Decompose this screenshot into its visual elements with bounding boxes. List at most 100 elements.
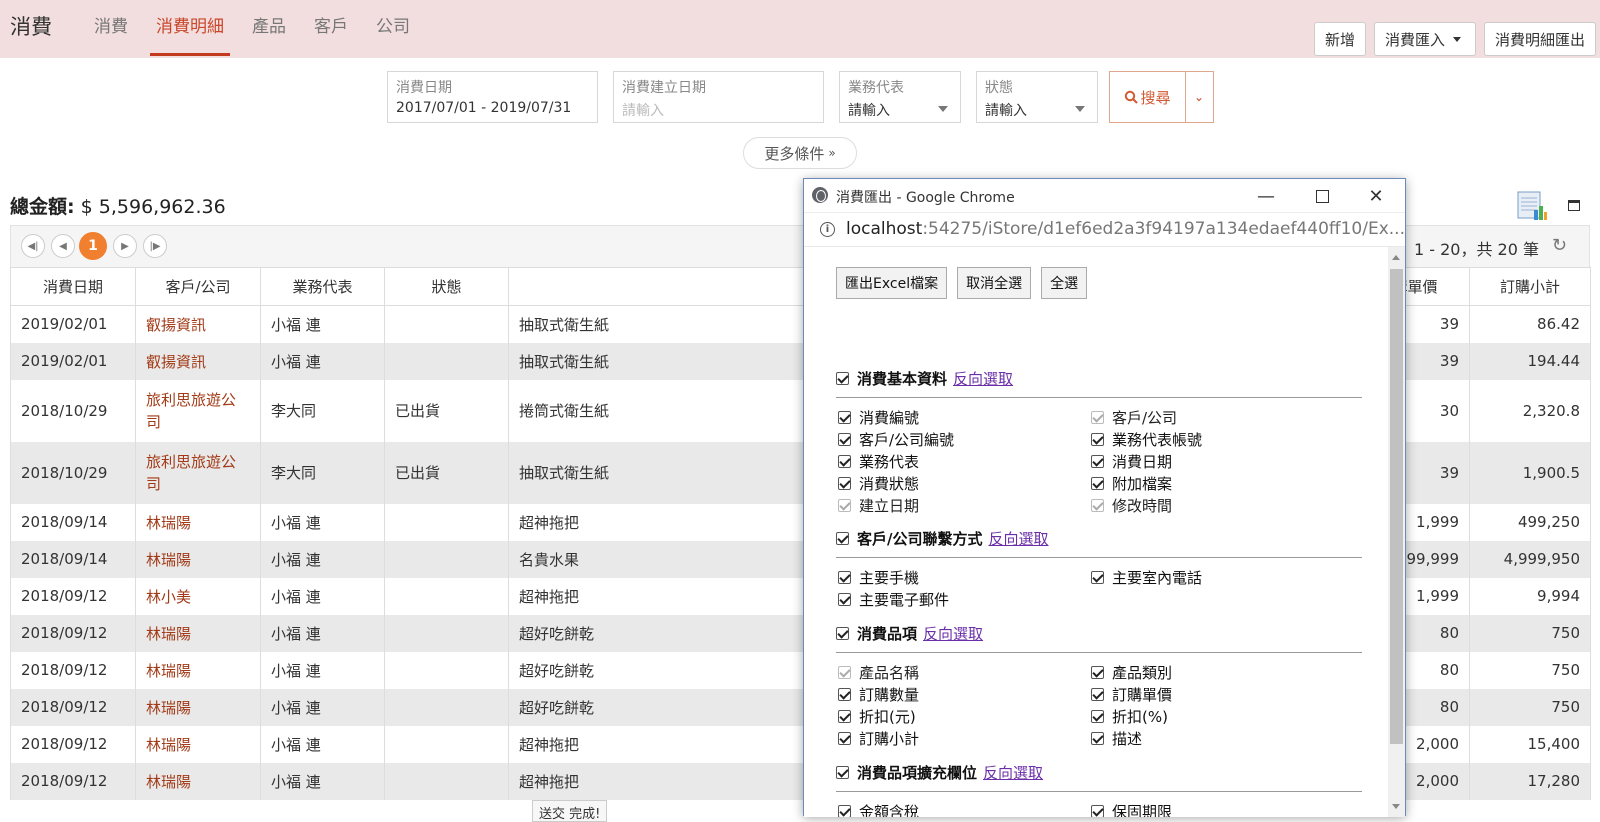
option-checkbox-row[interactable]: 訂購數量 — [838, 683, 1091, 705]
checkbox[interactable] — [1091, 731, 1104, 745]
col-header-date[interactable]: 消費日期 — [10, 267, 136, 306]
option-checkbox-row[interactable]: 訂購小計 — [838, 727, 1091, 749]
nav-item-consumption[interactable]: 消費 — [80, 0, 142, 58]
option-checkbox-row[interactable]: 客戶/公司編號 — [838, 428, 1091, 450]
checkbox[interactable] — [838, 570, 851, 584]
add-button[interactable]: 新增 — [1313, 22, 1366, 56]
section-checkbox[interactable] — [836, 765, 849, 779]
export-detail-button[interactable]: 消費明細匯出 — [1483, 22, 1596, 56]
option-checkbox-row[interactable]: 折扣(%) — [1091, 705, 1344, 727]
checkbox[interactable] — [838, 804, 851, 817]
info-icon[interactable]: i — [820, 222, 835, 237]
option-checkbox-row[interactable]: 主要手機 — [838, 566, 1091, 588]
popup-scrollbar[interactable] — [1388, 247, 1405, 817]
cell-customer[interactable]: 林瑞陽 — [135, 503, 261, 541]
invert-selection-link[interactable]: 反向選取 — [988, 528, 1048, 549]
checkbox[interactable] — [838, 687, 851, 701]
checkbox[interactable] — [1091, 454, 1104, 468]
option-checkbox-row[interactable]: 消費日期 — [1091, 450, 1344, 472]
search-options-toggle[interactable]: ⌄ — [1185, 71, 1214, 123]
section-checkbox[interactable] — [836, 371, 849, 385]
col-header-customer[interactable]: 客戶/公司 — [135, 267, 261, 306]
col-header-status[interactable]: 狀態 — [384, 267, 509, 306]
cell-customer[interactable]: 林瑞陽 — [135, 651, 261, 689]
option-checkbox-row[interactable]: 業務代表帳號 — [1091, 428, 1344, 450]
nav-item-company[interactable]: 公司 — [362, 0, 424, 58]
option-checkbox-row[interactable]: 附加檔案 — [1091, 472, 1344, 494]
nav-item-consumption-detail[interactable]: 消費明細 — [142, 0, 238, 58]
scroll-up-icon[interactable] — [1392, 255, 1400, 260]
minimize-button[interactable]: — — [1246, 183, 1286, 209]
cell-customer[interactable]: 林瑞陽 — [135, 688, 261, 726]
option-checkbox-row[interactable]: 主要室內電話 — [1091, 566, 1344, 588]
maximize-button[interactable] — [1302, 183, 1342, 209]
option-checkbox-row[interactable]: 金額含稅 — [838, 800, 1091, 817]
last-page-button[interactable]: |▶ — [143, 234, 167, 258]
col-header-subtotal[interactable]: 訂購小計 — [1469, 267, 1591, 306]
invert-selection-link[interactable]: 反向選取 — [953, 368, 1013, 389]
option-checkbox-row[interactable]: 訂購單價 — [1091, 683, 1344, 705]
col-header-rep[interactable]: 業務代表 — [260, 267, 385, 306]
scroll-down-icon[interactable] — [1392, 804, 1400, 809]
option-checkbox-row[interactable]: 消費狀態 — [838, 472, 1091, 494]
option-checkbox-row[interactable]: 保固期限 — [1091, 800, 1344, 817]
first-page-button[interactable]: ◀| — [21, 234, 45, 258]
checkbox[interactable] — [838, 432, 851, 446]
maximize-icon[interactable] — [1568, 200, 1580, 211]
cell-customer[interactable]: 叡揚資訊 — [135, 342, 261, 380]
page-number-button[interactable]: 1 — [79, 232, 107, 260]
close-button[interactable]: ✕ — [1356, 183, 1396, 209]
option-checkbox-row[interactable]: 折扣(元) — [838, 705, 1091, 727]
option-checkbox-row[interactable]: 業務代表 — [838, 450, 1091, 472]
checkbox[interactable] — [1091, 570, 1104, 584]
option-checkbox-row[interactable]: 消費編號 — [838, 406, 1091, 428]
checkbox[interactable] — [838, 592, 851, 606]
import-dropdown-button[interactable]: 消費匯入 — [1373, 22, 1476, 56]
cell-customer[interactable]: 旅利思旅遊公司 — [135, 379, 261, 442]
checkbox[interactable] — [838, 731, 851, 745]
checkbox[interactable] — [1091, 687, 1104, 701]
checkbox[interactable] — [1091, 665, 1104, 679]
checkbox[interactable] — [1091, 804, 1104, 817]
more-conditions-button[interactable]: 更多條件 » — [743, 137, 857, 169]
section-checkbox[interactable] — [836, 626, 849, 640]
checkbox[interactable] — [838, 709, 851, 723]
app-brand[interactable]: 消費 — [10, 11, 52, 41]
cell-customer[interactable]: 林瑞陽 — [135, 762, 261, 800]
checkbox[interactable] — [838, 476, 851, 490]
cell-customer[interactable]: 叡揚資訊 — [135, 305, 261, 343]
popup-address-bar[interactable]: i localhost:54275/iStore/d1ef6ed2a3f9419… — [804, 213, 1405, 247]
cell-customer[interactable]: 林小美 — [135, 577, 261, 615]
prev-page-button[interactable]: ◀ — [51, 234, 75, 258]
next-page-button[interactable]: ▶ — [113, 234, 137, 258]
checkbox[interactable] — [1091, 432, 1104, 446]
select-all-button[interactable]: 全選 — [1041, 267, 1088, 299]
invert-selection-link[interactable]: 反向選取 — [923, 623, 983, 644]
cell-customer[interactable]: 林瑞陽 — [135, 725, 261, 763]
checkbox[interactable] — [838, 454, 851, 468]
checkbox[interactable] — [1091, 709, 1104, 723]
created-date-filter[interactable]: 消費建立日期 請輸入 — [613, 71, 824, 123]
chart-report-icon[interactable] — [1516, 190, 1548, 222]
checkbox[interactable] — [1091, 476, 1104, 490]
checkbox[interactable] — [838, 410, 851, 424]
invert-selection-link[interactable]: 反向選取 — [983, 762, 1043, 783]
cell-customer[interactable]: 林瑞陽 — [135, 614, 261, 652]
rep-select[interactable]: 業務代表 請輸入 — [839, 71, 961, 123]
option-checkbox-row[interactable]: 描述 — [1091, 727, 1344, 749]
option-checkbox-row[interactable]: 產品類別 — [1091, 661, 1344, 683]
option-checkbox-row[interactable]: 主要電子郵件 — [838, 588, 1091, 610]
scrollbar-thumb[interactable] — [1390, 269, 1403, 744]
nav-item-product[interactable]: 產品 — [238, 0, 300, 58]
status-select[interactable]: 狀態 請輸入 — [976, 71, 1098, 123]
section-checkbox[interactable] — [836, 531, 849, 545]
cell-customer[interactable]: 旅利思旅遊公司 — [135, 441, 261, 504]
nav-item-customer[interactable]: 客戶 — [300, 0, 362, 58]
date-range-filter[interactable]: 消費日期 2017/07/01 - 2019/07/31 — [387, 71, 598, 123]
export-excel-button[interactable]: 匯出Excel檔案 — [836, 267, 948, 299]
refresh-icon[interactable]: ↻ — [1552, 235, 1567, 256]
search-button[interactable]: 搜尋 — [1109, 71, 1186, 123]
popup-titlebar[interactable]: 消費匯出 - Google Chrome — ✕ — [804, 179, 1405, 213]
deselect-all-button[interactable]: 取消全選 — [957, 267, 1032, 299]
cell-customer[interactable]: 林瑞陽 — [135, 540, 261, 578]
